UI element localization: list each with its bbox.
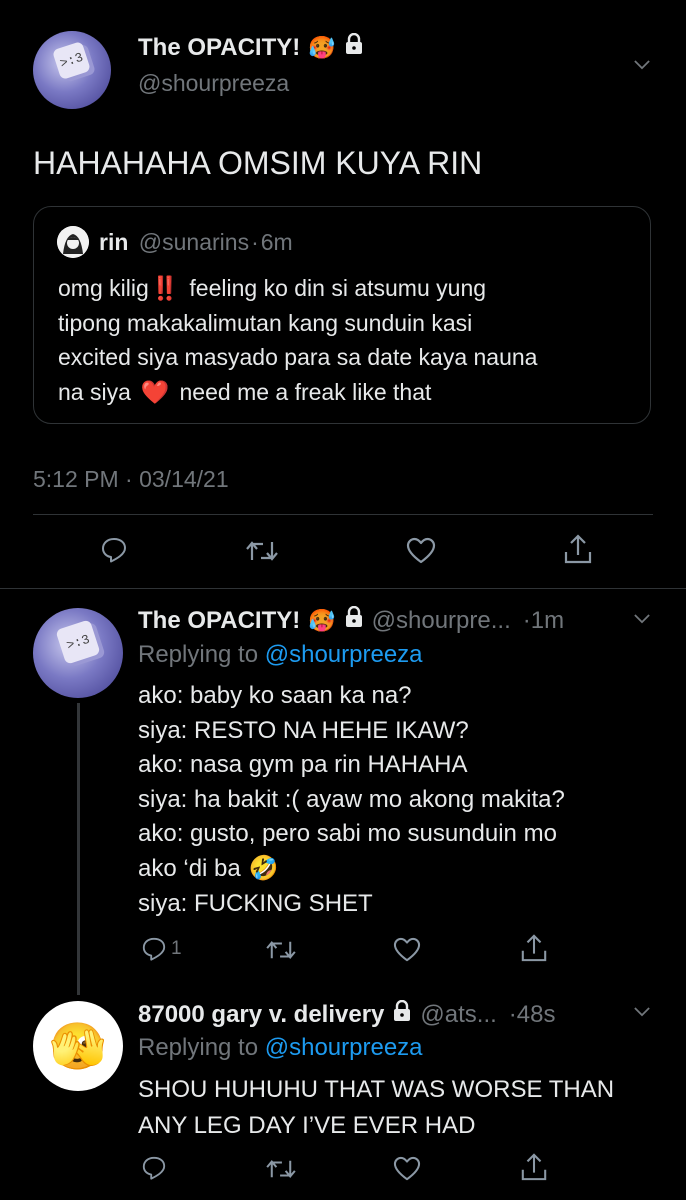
chevron-down-icon[interactable] (634, 60, 650, 70)
reply2-avatar[interactable]: 🫣 (33, 1001, 123, 1091)
reply1-line: ako: gusto, pero sabi mo susunduin mo (138, 820, 557, 848)
reply1-avatar[interactable]: >:3 (33, 608, 123, 698)
quote-line-1: omg kilig‼️ feeling ko din si atsumu yung (58, 275, 487, 301)
reply2-replying: Replying to @shourpreeza (138, 1034, 423, 1062)
reply1-header: The OPACITY! 🥵 @shourpre... ·1m (138, 605, 565, 635)
reply-icon (142, 937, 166, 961)
share-icon[interactable] (563, 533, 593, 565)
reply-icon[interactable] (100, 536, 128, 564)
lock-icon (392, 999, 412, 1029)
quote-handle: @sunarins (138, 229, 250, 255)
lock-icon (344, 32, 364, 62)
main-tweet-text: HAHAHAHA OMSIM KUYA RIN (33, 145, 483, 181)
reply1-handle[interactable]: @shourpre... (372, 607, 511, 635)
reply2-display-name[interactable]: 87000 gary v. delivery (138, 1001, 384, 1029)
retweet-icon[interactable] (265, 938, 297, 962)
thread-line (77, 703, 80, 995)
share-icon[interactable] (520, 933, 548, 963)
main-timestamp[interactable]: 5:12 PM · 03/14/21 (33, 466, 229, 493)
quote-time: 6m (260, 229, 293, 255)
reply2-handle[interactable]: @ats... (420, 1001, 496, 1029)
avatar-key-graphic: >:3 (55, 619, 101, 665)
main-divider-top (33, 514, 653, 515)
like-icon[interactable] (406, 537, 436, 565)
reply2-header: 87000 gary v. delivery @ats... ·48s (138, 999, 556, 1029)
red-heart-emoji-icon: ❤️ (140, 378, 170, 405)
rofl-emoji-icon: 🤣 (248, 854, 279, 882)
reply1-body: ako: baby ko saan ka na? siya: RESTO NA … (138, 679, 565, 921)
reply1-reply-action[interactable]: 1 (141, 936, 182, 962)
reply-icon[interactable] (141, 1155, 167, 1181)
replying-to-link[interactable]: @shourpreeza (265, 1034, 423, 1061)
reply-count: 1 (171, 938, 182, 959)
like-icon[interactable] (393, 937, 421, 963)
quote-dot: · (251, 229, 259, 255)
double-exclamation-emoji-icon: ‼️ (150, 275, 180, 301)
retweet-icon[interactable] (245, 538, 279, 564)
main-avatar[interactable]: >:3 (33, 31, 111, 109)
reply1-line: ako: nasa gym pa rin HAHAHA (138, 751, 468, 779)
retweet-icon[interactable] (265, 1157, 297, 1181)
quote-line-2: tipong makakalimutan kang sunduin kasi (58, 309, 473, 336)
hot-face-emoji-icon: 🥵 (308, 607, 336, 633)
chevron-down-icon[interactable] (634, 614, 650, 624)
reply1-line: ako ‘di ba 🤣 (138, 854, 279, 882)
hot-face-emoji-icon: 🥵 (308, 34, 336, 60)
reply1-display-name[interactable]: The OPACITY! (138, 607, 300, 635)
reply1-line: siya: RESTO NA HEHE IKAW? (138, 716, 469, 744)
chevron-down-icon[interactable] (634, 1007, 650, 1017)
reply2-line: SHOU HUHUHU THAT WAS WORSE THAN (138, 1076, 615, 1103)
main-display-name[interactable]: The OPACITY! 🥵 (138, 32, 364, 62)
reply1-line: ako: baby ko saan ka na? (138, 682, 412, 709)
replying-prefix: Replying to (138, 1034, 259, 1061)
reply1-replying: Replying to @shourpreeza (138, 641, 423, 669)
reply1-line: siya: ha bakit :( ayaw mo akong makita? (138, 785, 565, 813)
quote-line-4: na siya ❤️ need me a freak like that (58, 378, 432, 405)
reply2-line: ANY LEG DAY I’VE EVER HAD (138, 1112, 476, 1139)
main-display-name-text: The OPACITY! (138, 33, 301, 61)
main-handle[interactable]: @shourpreeza (138, 70, 289, 97)
quote-avatar (57, 226, 89, 258)
section-divider (0, 588, 686, 589)
replying-prefix: Replying to (138, 641, 259, 668)
quote-line-3: excited siya masyado para sa date kaya n… (58, 344, 538, 370)
replying-to-link[interactable]: @shourpreeza (265, 641, 423, 668)
avatar-key-graphic: >:3 (52, 40, 92, 81)
reply1-line: siya: FUCKING SHET (138, 889, 373, 917)
quote-card[interactable]: rin @sunarins·6m omg kilig‼️ feeling ko d… (33, 206, 651, 424)
reply1-time: ·1m (522, 606, 565, 634)
reply2-body: SHOU HUHUHU THAT WAS WORSE THAN ANY LEG … (138, 1072, 614, 1144)
like-icon[interactable] (393, 1156, 421, 1182)
lock-icon (344, 605, 364, 635)
quote-name: rin (99, 229, 129, 255)
quote-header: rin @sunarins·6m (99, 229, 293, 256)
share-icon[interactable] (520, 1152, 548, 1182)
face-peeking-emoji-icon: 🫣 (49, 1020, 107, 1072)
quote-body: omg kilig‼️ feeling ko din si atsumu yung… (58, 271, 537, 409)
reply2-time: ·48s (508, 1000, 556, 1028)
